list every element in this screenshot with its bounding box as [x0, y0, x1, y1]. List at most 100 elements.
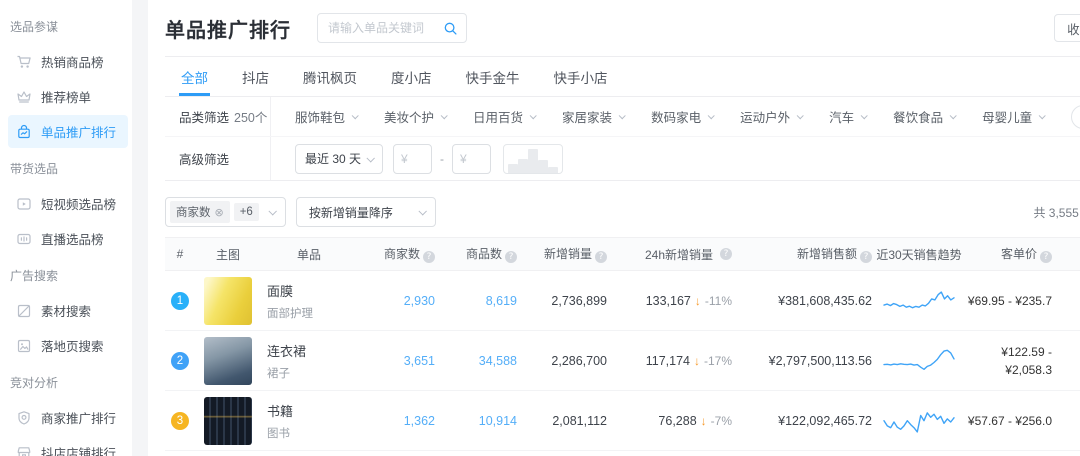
category-dropdown-beauty[interactable]: 美妆个护: [384, 107, 448, 126]
price-range: ¥69.95 - ¥235.7: [967, 293, 1052, 308]
sidebar-gutter: [132, 0, 148, 456]
category-dropdown-food[interactable]: 餐饮食品: [893, 107, 957, 126]
tab-all[interactable]: 全部: [179, 57, 210, 96]
col-trend: 近30天销售趋势: [876, 247, 962, 262]
sidebar-group-label: 带货选品: [10, 162, 59, 176]
sidebar-item-hot-products[interactable]: 热销商品榜: [8, 45, 128, 78]
sidebar-item-merchant-promotion-rank[interactable]: 商家推广排行: [8, 401, 128, 434]
tab-tencent-fengye[interactable]: 腾讯枫页: [301, 57, 359, 96]
col-image: 主图: [215, 247, 240, 262]
sales-24h-value: 117,174: [645, 353, 690, 368]
sidebar-item-short-video-picks[interactable]: 短视频选品榜: [8, 187, 128, 220]
metric-multiselect[interactable]: 商家数 ⊗ +6: [165, 197, 286, 227]
tab-kuaishou-jinniu[interactable]: 快手金牛: [464, 57, 522, 96]
remove-chip-icon[interactable]: ⊗: [215, 206, 224, 219]
product-category: 裙子: [267, 367, 290, 380]
col-products: 商品数: [435, 245, 517, 263]
image-icon: [16, 303, 32, 319]
products-value[interactable]: 10,914: [479, 414, 517, 428]
category-dropdown-digital[interactable]: 数码家电: [651, 107, 715, 126]
sidebar-item-live-picks[interactable]: 直播选品榜: [8, 222, 128, 255]
category-filter-label: 品类筛选 250个: [165, 97, 271, 136]
sidebar-item-label: 推荐榜单: [41, 91, 92, 105]
rank-badge: 3: [171, 412, 189, 430]
shield-icon: [16, 410, 32, 426]
live-icon: [16, 231, 32, 247]
merchants-value[interactable]: 1,362: [404, 414, 435, 428]
info-icon[interactable]: [423, 251, 435, 263]
sidebar-item-recommend-lists[interactable]: 推荐榜单: [8, 80, 128, 113]
info-icon[interactable]: [860, 251, 872, 263]
tab-doudian[interactable]: 抖店: [240, 57, 271, 96]
arrow-down-icon: ↓: [700, 413, 707, 428]
price-range: ¥57.67 - ¥256.0: [967, 413, 1052, 428]
tab-duxiaodian[interactable]: 度小店: [389, 57, 434, 96]
sidebar-group-label: 广告搜索: [10, 269, 59, 283]
category-dropdown-home[interactable]: 家居家装: [562, 107, 626, 126]
info-icon[interactable]: [595, 251, 607, 263]
products-value[interactable]: 34,588: [479, 354, 517, 368]
chevron-down-icon: [418, 207, 427, 216]
platform-tabs: 全部 抖店 腾讯枫页 度小店 快手金牛 快手小店: [165, 57, 1080, 97]
main-content: 单品推广排行 收起 全部 抖店 腾讯枫页 度小店 快手金牛 快手小店: [148, 0, 1080, 456]
new-sales-value: 2,081,112: [552, 413, 607, 428]
table-row[interactable]: 2 连衣裙 裙子 3,651 34,588 2,286,700 117,174 …: [165, 331, 1080, 391]
advanced-filter-row: 高级筛选 最近 30 天 -: [165, 137, 1080, 181]
more-metrics-chip: +6: [233, 203, 259, 221]
sidebar-group-product-advisor: 选品参谋 热销商品榜 推荐榜单 单品推广排行: [8, 12, 128, 148]
tab-kuaishou-xiaodian[interactable]: 快手小店: [552, 57, 610, 96]
shop-icon: [16, 445, 32, 456]
sidebar-item-label: 素材搜索: [41, 305, 92, 319]
table-row[interactable]: 3 书籍 图书 1,362 10,914 2,081,112 76,288 ↓ …: [165, 391, 1080, 451]
col-rank: #: [176, 247, 184, 261]
price-min-input[interactable]: [393, 143, 432, 174]
page-title: 单品推广排行: [165, 19, 291, 42]
sidebar-group-selection: 带货选品 短视频选品榜 直播选品榜: [8, 154, 128, 255]
arrow-down-icon: ↓: [694, 293, 701, 308]
info-icon[interactable]: [505, 251, 517, 263]
table-row[interactable]: 4 卫衣 上衣 4,208 21,850 2,023,826 81,581 ↓ …: [165, 451, 1080, 456]
info-icon[interactable]: [1040, 251, 1052, 263]
product-image[interactable]: [204, 396, 252, 445]
product-image[interactable]: [204, 276, 252, 325]
product-image[interactable]: [204, 336, 252, 385]
sidebar-group-competitor: 竞对分析 商家推广排行 抖店店铺排行: [8, 368, 128, 456]
expand-button[interactable]: 展开: [1071, 104, 1080, 129]
table-row[interactable]: 1 面膜 面部护理 2,930 8,619 2,736,899 133,167 …: [165, 271, 1080, 331]
rank-badge: 2: [171, 352, 189, 370]
ranking-table: # 主图 单品 商家数 商品数 新增销量 24h新增销量 新增销售额 近30天销…: [165, 237, 1080, 456]
collapse-button[interactable]: 收起: [1054, 14, 1080, 42]
result-count: 共 3,555 条结果: [1033, 205, 1080, 220]
table-toolbar: 商家数 ⊗ +6 按新增销量降序 共 3,555 条结果: [165, 197, 1080, 227]
sidebar-item-landing-page-search[interactable]: 落地页搜索: [8, 329, 128, 362]
products-value[interactable]: 8,619: [486, 294, 517, 308]
sort-dropdown[interactable]: 按新增销量降序: [295, 197, 436, 227]
category-dropdown-apparel[interactable]: 服饰鞋包: [295, 107, 359, 126]
arrow-down-icon: ↓: [693, 353, 700, 368]
chevron-down-icon: [366, 153, 375, 163]
sidebar-item-doudian-shop-rank[interactable]: 抖店店铺排行: [8, 436, 128, 456]
info-icon[interactable]: [720, 248, 732, 260]
sidebar-group-label: 选品参谋: [10, 20, 59, 34]
sidebar-item-label: 抖店店铺排行: [41, 447, 117, 456]
change-percent: -17%: [703, 353, 732, 368]
merchants-value[interactable]: 2,930: [404, 294, 435, 308]
category-dropdown-daily[interactable]: 日用百货: [473, 107, 537, 126]
product-category: 图书: [267, 427, 290, 440]
category-dropdown-sports[interactable]: 运动户外: [740, 107, 804, 126]
search-icon[interactable]: [443, 21, 458, 36]
advanced-filter-content: 最近 30 天 -: [271, 143, 1080, 174]
date-range-select[interactable]: 最近 30 天: [295, 143, 383, 174]
price-max-input[interactable]: [452, 143, 491, 174]
crown-icon: [16, 89, 32, 105]
col-price: 客单价: [966, 245, 1052, 263]
merchants-value[interactable]: 3,651: [404, 354, 435, 368]
category-dropdown-baby[interactable]: 母婴儿童: [982, 107, 1046, 126]
category-dropdown-auto[interactable]: 汽车: [829, 107, 868, 126]
price-range-dash: -: [440, 151, 444, 166]
price-histogram[interactable]: [503, 143, 563, 174]
chevron-down-icon: [949, 112, 957, 120]
sidebar-item-product-promotion-rank[interactable]: 单品推广排行: [8, 115, 128, 148]
search-input[interactable]: [328, 21, 443, 35]
sidebar-item-creative-search[interactable]: 素材搜索: [8, 294, 128, 327]
